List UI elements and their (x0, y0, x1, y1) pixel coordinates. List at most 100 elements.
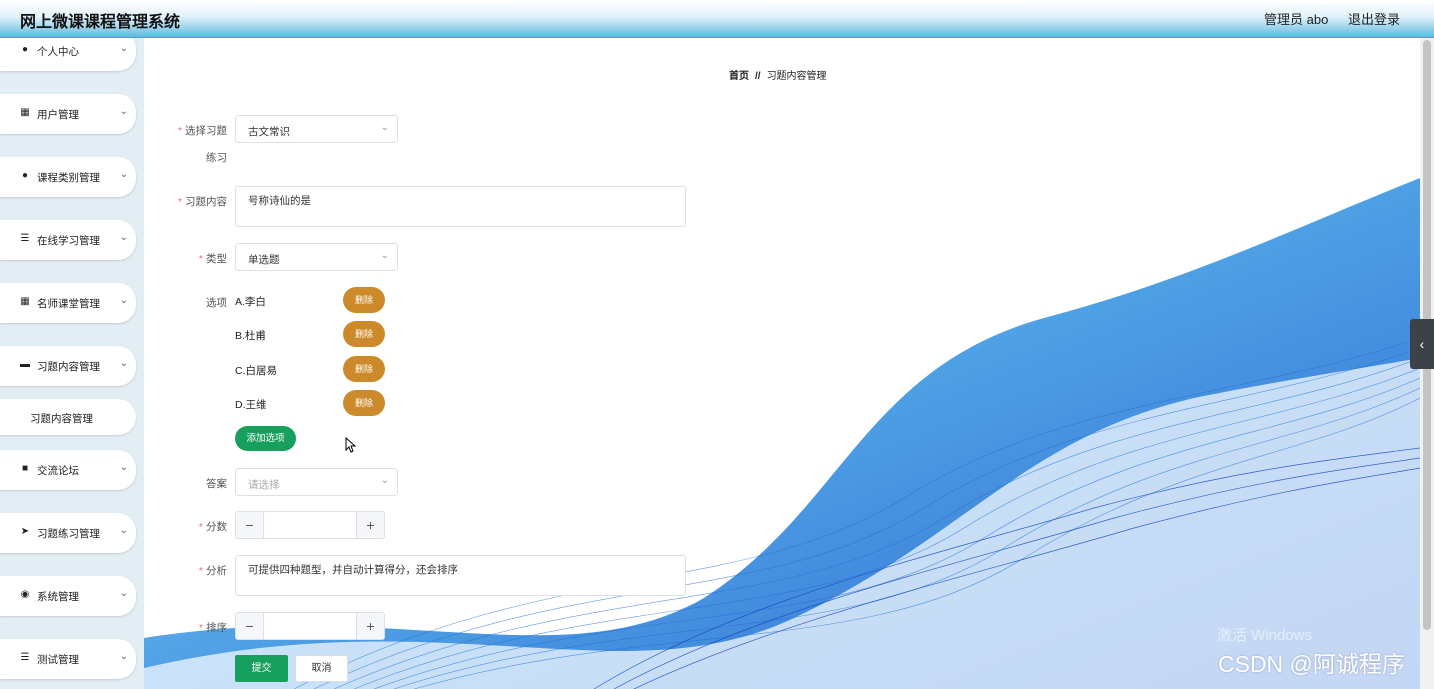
breadcrumb: 首页 // 习题内容管理 (729, 67, 827, 82)
list-icon: ☰ (20, 233, 30, 244)
score-decrement-button[interactable]: − (236, 512, 264, 538)
option-item: B.杜甫 (235, 330, 266, 342)
sidebar-item-online-learning[interactable]: ☰ 在线学习管理 ⌄ (0, 220, 136, 260)
chevron-down-icon: ⌄ (119, 651, 128, 662)
sidebar-item-exercise-content[interactable]: ▬ 习题内容管理 ⌄ (0, 346, 136, 386)
chevron-down-icon: ⌄ (380, 475, 389, 486)
chevron-down-icon: ⌄ (119, 588, 128, 599)
type-label: * 类型 (198, 253, 227, 265)
chevron-down-icon: ⌄ (119, 358, 128, 369)
cancel-button[interactable]: 取消 (295, 655, 348, 682)
score-stepper: − + (235, 511, 385, 539)
chevron-down-icon: ⌄ (119, 169, 128, 180)
sidebar-item-course-category[interactable]: ● 课程类别管理 ⌄ (0, 157, 136, 197)
option-item: A.李白 (235, 296, 266, 308)
delete-option-button[interactable]: 删除 (343, 390, 385, 416)
mouse-cursor-icon (345, 437, 357, 453)
chevron-down-icon: ⌄ (380, 250, 389, 261)
chevron-down-icon: ⌄ (380, 122, 389, 133)
type-select[interactable]: 单选题 ⌄ (235, 243, 398, 271)
answer-select[interactable]: 请选择 ⌄ (235, 468, 398, 496)
required-star: * (177, 125, 182, 137)
windows-activation-watermark: 激活 Windows (1217, 627, 1313, 644)
delete-option-button[interactable]: 删除 (343, 321, 385, 347)
delete-option-button[interactable]: 删除 (343, 356, 385, 382)
required-star: * (198, 565, 203, 577)
sidebar-item-forum[interactable]: ■ 交流论坛 ⌄ (0, 450, 136, 490)
sort-increment-button[interactable]: + (356, 613, 384, 639)
sidebar-item-personal-center[interactable]: ● 个人中心 ⌄ (0, 38, 136, 71)
sidebar-item-teacher-classroom[interactable]: ▦ 名师课堂管理 ⌄ (0, 283, 136, 323)
sidebar-item-label: 习题内容管理 (37, 361, 100, 373)
breadcrumb-home[interactable]: 首页 (729, 71, 749, 82)
submit-button[interactable]: 提交 (235, 655, 288, 682)
sidebar-item-label: 习题练习管理 (37, 528, 100, 540)
chevron-down-icon: ⌄ (119, 232, 128, 243)
sidebar-item-label: 用户管理 (37, 109, 79, 121)
sidebar-item-label: 课程类别管理 (37, 172, 100, 184)
type-select-value: 单选题 (248, 254, 280, 266)
score-label: * 分数 (198, 521, 227, 533)
score-input[interactable] (265, 512, 357, 538)
sidebar-item-system-management[interactable]: ◉ 系统管理 ⌄ (0, 576, 136, 616)
sidebar-item-test-management[interactable]: ☰ 测试管理 ⌄ (0, 639, 136, 679)
current-user-label: 管理员 abo (1264, 12, 1329, 27)
content-label: * 习题内容 (177, 196, 227, 208)
required-star: * (198, 253, 203, 265)
chevron-down-icon: ⌄ (119, 462, 128, 473)
breadcrumb-current: 习题内容管理 (766, 71, 827, 82)
required-star: * (198, 622, 203, 634)
sort-input[interactable] (265, 613, 357, 639)
answer-label: 答案 (206, 478, 227, 490)
sidebar-item-label: 测试管理 (37, 654, 79, 666)
sidebar-item-label: 在线学习管理 (37, 235, 100, 247)
header-user-area: 管理员 abo 退出登录 (1248, 9, 1400, 28)
required-star: * (198, 521, 203, 533)
grid-icon: ▦ (20, 107, 30, 118)
ticket-icon: ▬ (20, 359, 30, 370)
sidebar: ● 个人中心 ⌄ ▦ 用户管理 ⌄ ● 课程类别管理 ⌄ ☰ 在线学习管理 ⌄ … (0, 38, 144, 689)
exercise-select-value: 古文常识 (248, 126, 290, 138)
sort-stepper: − + (235, 612, 385, 640)
analysis-label: * 分析 (198, 565, 227, 577)
sidebar-item-exercise-practice[interactable]: ➤ 习题练习管理 ⌄ (0, 513, 136, 553)
chevron-down-icon: ⌄ (119, 106, 128, 117)
options-label: 选项 (206, 297, 227, 309)
exercise-select[interactable]: 古文常识 ⌄ (235, 115, 398, 143)
list-icon: ☰ (20, 652, 30, 663)
submenu-item-label: 习题内容管理 (30, 413, 93, 425)
chat-icon: ■ (21, 463, 29, 474)
top-header: 网上微课课程管理系统 管理员 abo 退出登录 (0, 0, 1434, 38)
option-item: D.王维 (235, 399, 267, 411)
sidebar-item-label: 个人中心 (37, 46, 79, 58)
score-increment-button[interactable]: + (356, 512, 384, 538)
chevron-down-icon: ⌄ (119, 295, 128, 306)
sidebar-item-user-management[interactable]: ▦ 用户管理 ⌄ (0, 94, 136, 134)
sidebar-item-label: 系统管理 (37, 591, 79, 603)
chevron-down-icon: ⌄ (119, 525, 128, 536)
chevron-left-icon[interactable]: ‹ (1410, 319, 1434, 369)
location-icon: ◉ (20, 589, 30, 600)
app-title: 网上微课课程管理系统 (20, 14, 181, 31)
required-star: * (177, 196, 182, 208)
sort-label: * 排序 (198, 622, 227, 634)
answer-select-placeholder: 请选择 (248, 479, 280, 491)
add-option-button[interactable]: 添加选项 (235, 426, 296, 451)
breadcrumb-separator: // (755, 71, 761, 82)
delete-option-button[interactable]: 删除 (343, 287, 385, 313)
user-icon: ● (21, 44, 29, 55)
exercise-label-line2: 练习 (206, 152, 227, 164)
chevron-down-icon: ⌄ (119, 43, 128, 54)
analysis-textarea[interactable]: 可提供四种题型，并自动计算得分，还会排序 (235, 555, 686, 596)
sidebar-item-label: 名师课堂管理 (37, 298, 100, 310)
csdn-watermark: CSDN @阿诚程序 (1218, 651, 1405, 677)
option-item: C.白居易 (235, 365, 277, 377)
grid-icon: ▦ (20, 296, 30, 307)
send-icon: ➤ (20, 526, 30, 537)
sort-decrement-button[interactable]: − (236, 613, 264, 639)
content-textarea[interactable]: 号称诗仙的是 (235, 186, 686, 227)
logout-link[interactable]: 退出登录 (1348, 12, 1400, 27)
sidebar-item-label: 交流论坛 (37, 465, 79, 477)
exercise-label: * 选择习题 (177, 125, 227, 137)
submenu-item-exercise-content[interactable]: 习题内容管理 (0, 399, 136, 435)
